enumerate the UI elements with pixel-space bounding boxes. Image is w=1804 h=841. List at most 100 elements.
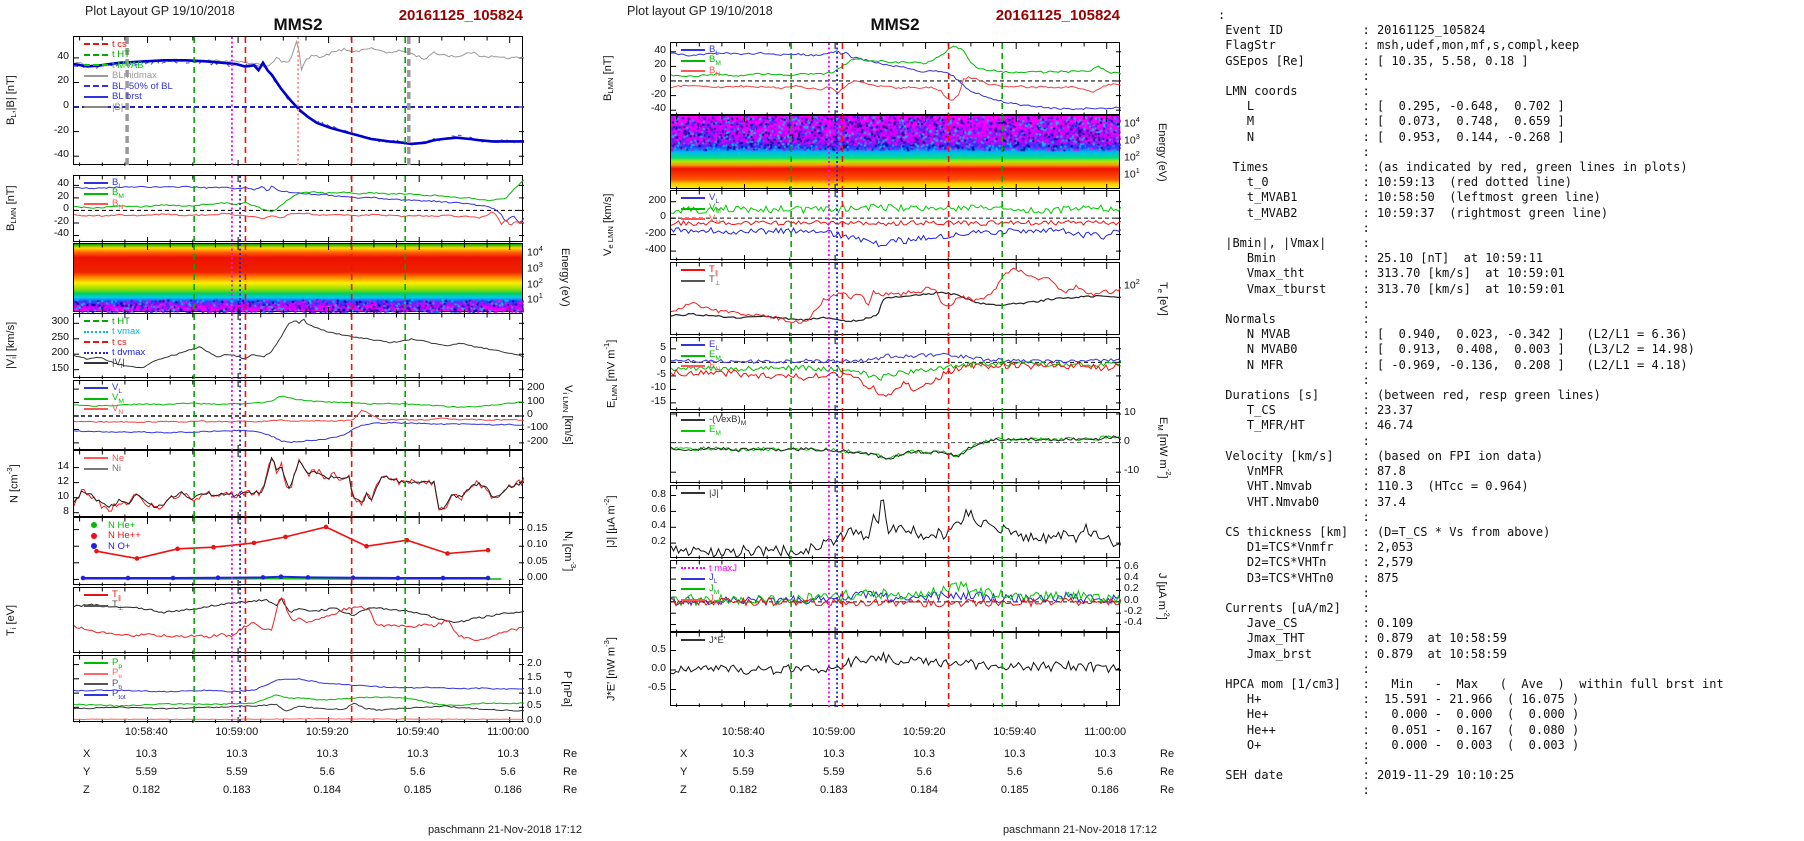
info-line: CS thickness [km] : (D=T_CS * Vs from ab… [1218, 524, 1551, 539]
legend-marker [91, 522, 97, 529]
legend-line [84, 387, 108, 390]
ve-lmn-plot [671, 191, 1121, 261]
ve-lmn-series [671, 226, 1121, 248]
info-line: : [1218, 585, 1370, 600]
pos-unit: Re [1160, 766, 1175, 778]
legend-entry: BL brst [84, 91, 173, 102]
legend-line [84, 95, 108, 98]
legend-marker [91, 532, 97, 539]
legend-marker [91, 543, 97, 550]
x-axis-time-label: 10:59:00 [812, 726, 856, 738]
legend-entry: t cs [84, 337, 145, 348]
pos-value: 5.59 [732, 766, 755, 778]
legend-entry: t cs [84, 39, 173, 50]
y-tick-label: 104 [1124, 115, 1140, 130]
info-line: : [1218, 144, 1370, 159]
e-lmn-series [671, 352, 1121, 364]
e-lmn-series [671, 360, 1121, 381]
panel-te: T∥ T⊥ [670, 262, 1121, 336]
j-dot-e-plot [671, 633, 1121, 707]
legend-entry: BN [84, 198, 124, 211]
b-lmn-legend: BL BM BN [681, 44, 721, 78]
y-tick-label: -10 [1124, 464, 1140, 477]
panel-j-mag: |J| [670, 485, 1121, 559]
y-tick-label: -0.2 [1124, 605, 1143, 618]
info-line: : [1218, 783, 1370, 798]
legend-line [681, 49, 705, 52]
legend-label: J*E' [709, 634, 726, 646]
info-line: : [1218, 220, 1370, 235]
pos-unit: Re [1160, 784, 1175, 796]
info-line: O+ : 0.000 - 0.003 ( 0.003 ) [1218, 737, 1580, 752]
legend-label: t vmax [112, 326, 140, 338]
legend-line [681, 598, 705, 601]
electron-spectrogram-plot [676, 116, 1108, 190]
panel-em-vexb: -(VexB)M EM [670, 412, 1121, 484]
y-axis-label-right: Energy (eV) [1156, 122, 1168, 182]
info-line: N : [ 0.953, 0.144, -0.268 ] [1218, 129, 1565, 144]
legend-line [84, 320, 108, 323]
legend-line [84, 604, 108, 607]
b-lmn-plot [671, 43, 1121, 116]
legend-line [681, 567, 705, 570]
y-axis-label-right: Te [eV] [1156, 281, 1170, 316]
pos-value: 5.59 [823, 766, 845, 778]
info-line: D1=TCS*Vnmfr : 2,053 [1218, 540, 1414, 555]
legend-line [84, 341, 108, 344]
x-axis-time-label: 11:00:00 [1084, 726, 1127, 738]
panel-j-lmn: t maxJ JL JM JN [670, 560, 1121, 633]
legend-line [84, 683, 108, 686]
info-line: T_CS : 23.37 [1218, 403, 1414, 418]
minor-ions-legend: N He+ N He++ N O+ [84, 520, 141, 552]
legend-label: EM [709, 424, 721, 438]
legend-label: T⊥ [112, 599, 124, 613]
info-line: VnMFR : 87.8 [1218, 464, 1406, 479]
legend-line [681, 365, 705, 368]
pos-value: 0.185 [1000, 784, 1029, 796]
info-line: T_MFR/HT : 46.74 [1218, 418, 1414, 433]
pos-unit: Re [1160, 748, 1175, 760]
j-dot-e-series [671, 651, 1121, 676]
info-line: N MVAB : [ 0.940, 0.023, -0.342 ] (L2/L1… [1218, 327, 1688, 342]
legend-label: BL, 50% of BL [112, 80, 173, 92]
b-lmn-legend: BL BM BN [84, 177, 124, 211]
panel-electron-spectrogram [670, 115, 1121, 190]
pressure-legend: Pp Pe Pb Ptot [84, 657, 126, 702]
legend-label: |Vi| [112, 356, 125, 370]
legend-label: t cs [112, 38, 127, 50]
y-axis-label: J*E' [nW m-3] [602, 637, 618, 701]
legend-line [681, 207, 705, 210]
pos-value: 0.183 [820, 784, 848, 796]
info-line: : [1218, 661, 1370, 676]
legend-line [84, 74, 108, 77]
legend-line [84, 467, 108, 470]
info-line: LMN coords : [1218, 84, 1370, 99]
y-axis-label: BLMN [nT] [602, 55, 616, 102]
legend-line [84, 330, 108, 333]
y-tick-label: -400 [644, 243, 666, 256]
info-line: : [1218, 8, 1226, 22]
y-axis-label: ELMN [mV m-1] [602, 339, 619, 408]
x-axis-time-label: 10:58:40 [721, 726, 765, 738]
info-line: Velocity [km/s] : (based on FPI ion data… [1218, 448, 1544, 463]
info-line: N MFR : [ -0.969, -0.136, 0.208 ] (L2/L1… [1218, 357, 1688, 372]
info-line: : [1218, 752, 1370, 767]
te-legend: T∥ T⊥ [681, 264, 721, 287]
info-line: |Bmin|, |Vmax| : [1218, 236, 1370, 251]
info-line: Times : (as indicated by red, green line… [1218, 160, 1688, 175]
legend-entry: Ptot [84, 688, 126, 702]
legend-line [84, 693, 108, 696]
legend-label: VN [112, 402, 124, 416]
y-tick-label: -0.4 [1124, 616, 1143, 629]
j-mag-series [671, 499, 1121, 558]
y-tick-label: 40 [654, 43, 666, 56]
legend-entry: Ni [84, 463, 124, 474]
legend-label: Ptot [112, 688, 126, 702]
j-lmn-legend: t maxJ JL JM JN [681, 563, 737, 606]
y-tick-label: -40 [650, 102, 666, 115]
info-line: Bmin : 25.10 [nT] at 10:59:11 [1218, 251, 1544, 266]
legend-line [84, 106, 108, 109]
legend-line [681, 59, 705, 62]
legend-line [84, 594, 108, 597]
legend-entry: BN [681, 65, 721, 78]
